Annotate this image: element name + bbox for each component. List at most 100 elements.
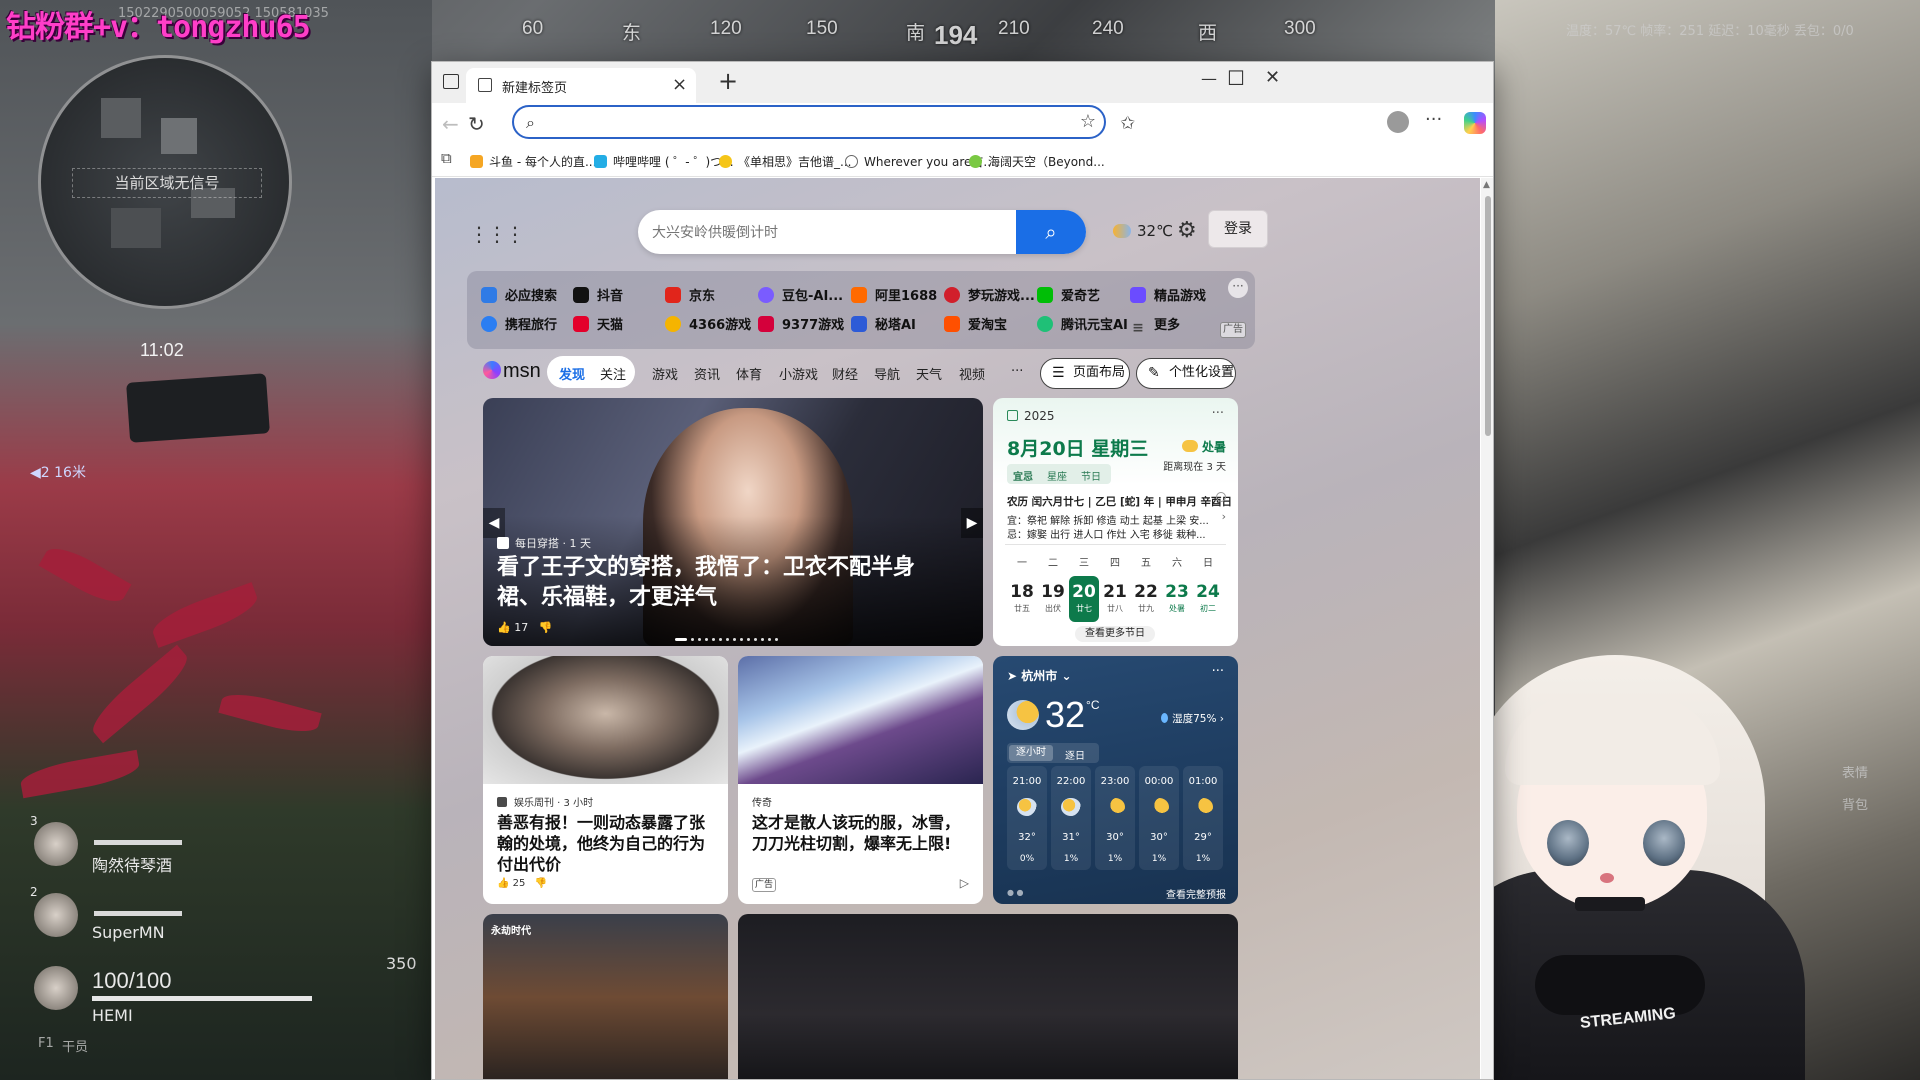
tab-navigation[interactable]: 导航 — [874, 364, 900, 383]
quick-link-item[interactable]: 天猫 — [573, 314, 623, 333]
news-card[interactable]: 永劫时代 — [483, 914, 728, 1079]
bookmark-item[interactable]: 海阔天空（Beyond... — [969, 153, 1105, 170]
quick-link-item[interactable]: 精品游戏 — [1130, 285, 1206, 304]
collections-icon[interactable]: ⧉ — [441, 149, 452, 167]
quick-link-item[interactable]: 腾讯元宝AI — [1037, 314, 1128, 333]
calendar-menu-icon[interactable]: ··· — [1212, 406, 1224, 421]
bing-search-box[interactable]: ⌕ — [638, 210, 1086, 254]
calendar-day[interactable]: 18 廿五 — [1007, 576, 1037, 622]
thumbs-down-icon[interactable]: 👎 — [535, 878, 547, 889]
news-card[interactable]: 娱乐周刊 · 3 小时 善恶有报！一则动态暴露了张翰的处境，他终为自己的行为付出… — [483, 656, 728, 904]
weather-city[interactable]: ➤ 杭州市 ⌄ — [1007, 667, 1072, 684]
tab-more[interactable]: ··· — [1011, 364, 1023, 379]
calendar-day[interactable]: 21 廿八 — [1100, 576, 1130, 622]
carousel-next-icon[interactable]: ▶ — [961, 508, 983, 538]
page-scrollbar[interactable]: ▲ — [1481, 178, 1493, 1079]
profile-avatar[interactable] — [1387, 111, 1409, 133]
quick-link-item[interactable]: 京东 — [665, 285, 715, 304]
quick-link-item[interactable]: 豆包-AI... — [758, 285, 843, 304]
weather-humidity[interactable]: 湿度75% › — [1161, 711, 1224, 726]
ad-title[interactable]: 这才是散人该玩的服，冰雪，刀刀光柱切割，爆率无上限! — [752, 812, 974, 854]
hero-title[interactable]: 看了王子文的穿搭，我悟了：卫衣不配半身裙、乐福鞋，才更洋气 — [497, 553, 957, 613]
thumbs-up-icon[interactable]: 👍 — [497, 878, 509, 889]
bilibili-icon — [594, 155, 607, 168]
scrollbar-thumb[interactable] — [1485, 196, 1491, 436]
search-button[interactable]: ⌕ — [1016, 210, 1086, 254]
favorites-icon[interactable]: ✩ — [1120, 113, 1135, 134]
bookmark-item[interactable]: 《单相思》吉他谱_... — [719, 153, 851, 170]
chevron-right-icon[interactable]: › — [1222, 510, 1226, 523]
full-forecast-link[interactable]: 查看完整预报 — [1166, 886, 1226, 901]
tab-games[interactable]: 游戏 — [652, 364, 678, 383]
minimize-icon[interactable]: — — [1201, 69, 1217, 88]
ad-card[interactable]: 传奇 这才是散人该玩的服，冰雪，刀刀光柱切割，爆率无上限! 广告 ▷ — [738, 656, 983, 904]
quick-link-item[interactable]: 必应搜索 — [481, 285, 557, 304]
close-tab-icon[interactable]: × — [672, 74, 687, 95]
compass-mark: 60 — [522, 18, 544, 39]
tab-weather[interactable]: 天气 — [916, 364, 942, 383]
bookmark-item[interactable]: 哔哩哔哩 ( ゜- ゜)つ... — [594, 153, 734, 170]
tab-finance[interactable]: 财经 — [832, 364, 858, 383]
personalize-button[interactable]: ✎ 个性化设置 — [1136, 358, 1236, 389]
quick-link-item[interactable]: 携程旅行 — [481, 314, 557, 333]
quick-link-item[interactable]: 阿里1688 — [851, 285, 937, 304]
tab-yiji[interactable]: 宜忌 — [1013, 468, 1033, 483]
quick-link-item[interactable]: 9377游戏 — [758, 314, 844, 333]
scroll-up-icon[interactable]: ▲ — [1483, 180, 1490, 190]
tab-holidays[interactable]: 节日 — [1081, 468, 1101, 483]
news-title[interactable]: 善恶有报！一则动态暴露了张翰的处境，他终为自己的行为付出代价 — [497, 812, 719, 875]
quick-link-item[interactable]: 梦玩游戏... — [944, 285, 1035, 304]
page-layout-button[interactable]: ☰ 页面布局 — [1040, 358, 1130, 389]
new-tab-button[interactable]: + — [718, 67, 738, 95]
tab-following[interactable]: 关注 — [600, 364, 626, 383]
copilot-icon[interactable] — [1464, 112, 1486, 134]
calendar-day-today[interactable]: 20 廿七 — [1069, 576, 1099, 622]
app-launcher-icon[interactable]: ⋮⋮⋮ — [469, 222, 525, 246]
back-icon[interactable]: ← — [442, 112, 459, 136]
tab-zodiac[interactable]: 星座 — [1047, 468, 1067, 483]
hero-carousel[interactable]: ◀ ▶ 每日穿搭 · 1 天 看了王子文的穿搭，我悟了：卫衣不配半身裙、乐福鞋，… — [483, 398, 983, 646]
address-bar[interactable]: ⌕ ☆ — [512, 105, 1106, 139]
quick-link-item[interactable]: ≡ 更多 — [1130, 314, 1180, 337]
tab-new-tab[interactable]: 新建标签页 × — [466, 68, 696, 103]
thumbs-up-icon[interactable]: 👍 — [497, 621, 511, 634]
tab-minigames[interactable]: 小游戏 — [779, 364, 818, 383]
msn-logo[interactable]: msn — [483, 360, 541, 383]
tab-video[interactable]: 视频 — [959, 364, 985, 383]
ad-arrow-icon[interactable]: ▷ — [960, 876, 969, 890]
close-window-icon[interactable]: ✕ — [1265, 67, 1280, 88]
calendar-day[interactable]: 24 初二 — [1193, 576, 1223, 622]
carousel-prev-icon[interactable]: ◀ — [483, 508, 505, 538]
maximize-icon[interactable]: ☐ — [1227, 66, 1245, 90]
tab-hourly[interactable]: 逐小时 — [1009, 745, 1053, 761]
thumbs-down-icon[interactable]: 👎 — [539, 621, 553, 634]
address-input[interactable] — [550, 111, 1070, 133]
tab-daily[interactable]: 逐日 — [1065, 747, 1085, 762]
more-menu-icon[interactable]: ··· — [1425, 109, 1442, 130]
calendar-day[interactable]: 23 处暑 — [1162, 576, 1192, 622]
quick-link-item[interactable]: 爱奇艺 — [1037, 285, 1100, 304]
tab-discover[interactable]: 发现 — [559, 364, 585, 383]
quick-link-item[interactable]: 4366游戏 — [665, 314, 751, 333]
settings-gear-icon[interactable]: ⚙ — [1177, 218, 1197, 243]
calendar-divider — [1005, 544, 1226, 545]
tab-news[interactable]: 资讯 — [694, 364, 720, 383]
info-icon[interactable] — [1216, 492, 1226, 502]
bookmark-item[interactable]: 斗鱼 - 每个人的直... — [470, 153, 596, 170]
calendar-day[interactable]: 19 出伏 — [1038, 576, 1068, 622]
quick-link-item[interactable]: 抖音 — [573, 285, 623, 304]
refresh-icon[interactable]: ↻ — [468, 112, 485, 136]
tab-sports[interactable]: 体育 — [736, 364, 762, 383]
weather-mini[interactable]: 32℃ — [1113, 222, 1173, 240]
calendar-day[interactable]: 22 廿九 — [1131, 576, 1161, 622]
more-holidays-button[interactable]: 查看更多节日 — [1075, 626, 1155, 642]
favorite-star-icon[interactable]: ☆ — [1080, 111, 1096, 132]
quick-link-item[interactable]: 爱淘宝 — [944, 314, 1007, 333]
weather-menu-icon[interactable]: ··· — [1212, 664, 1224, 679]
news-card[interactable] — [738, 914, 1238, 1079]
quick-link-item[interactable]: 秘塔AI — [851, 314, 916, 333]
search-input[interactable] — [652, 220, 1012, 244]
tab-actions-icon[interactable] — [443, 74, 459, 89]
login-button[interactable]: 登录 — [1208, 210, 1268, 248]
quick-links-menu-icon[interactable]: ··· — [1228, 278, 1248, 298]
